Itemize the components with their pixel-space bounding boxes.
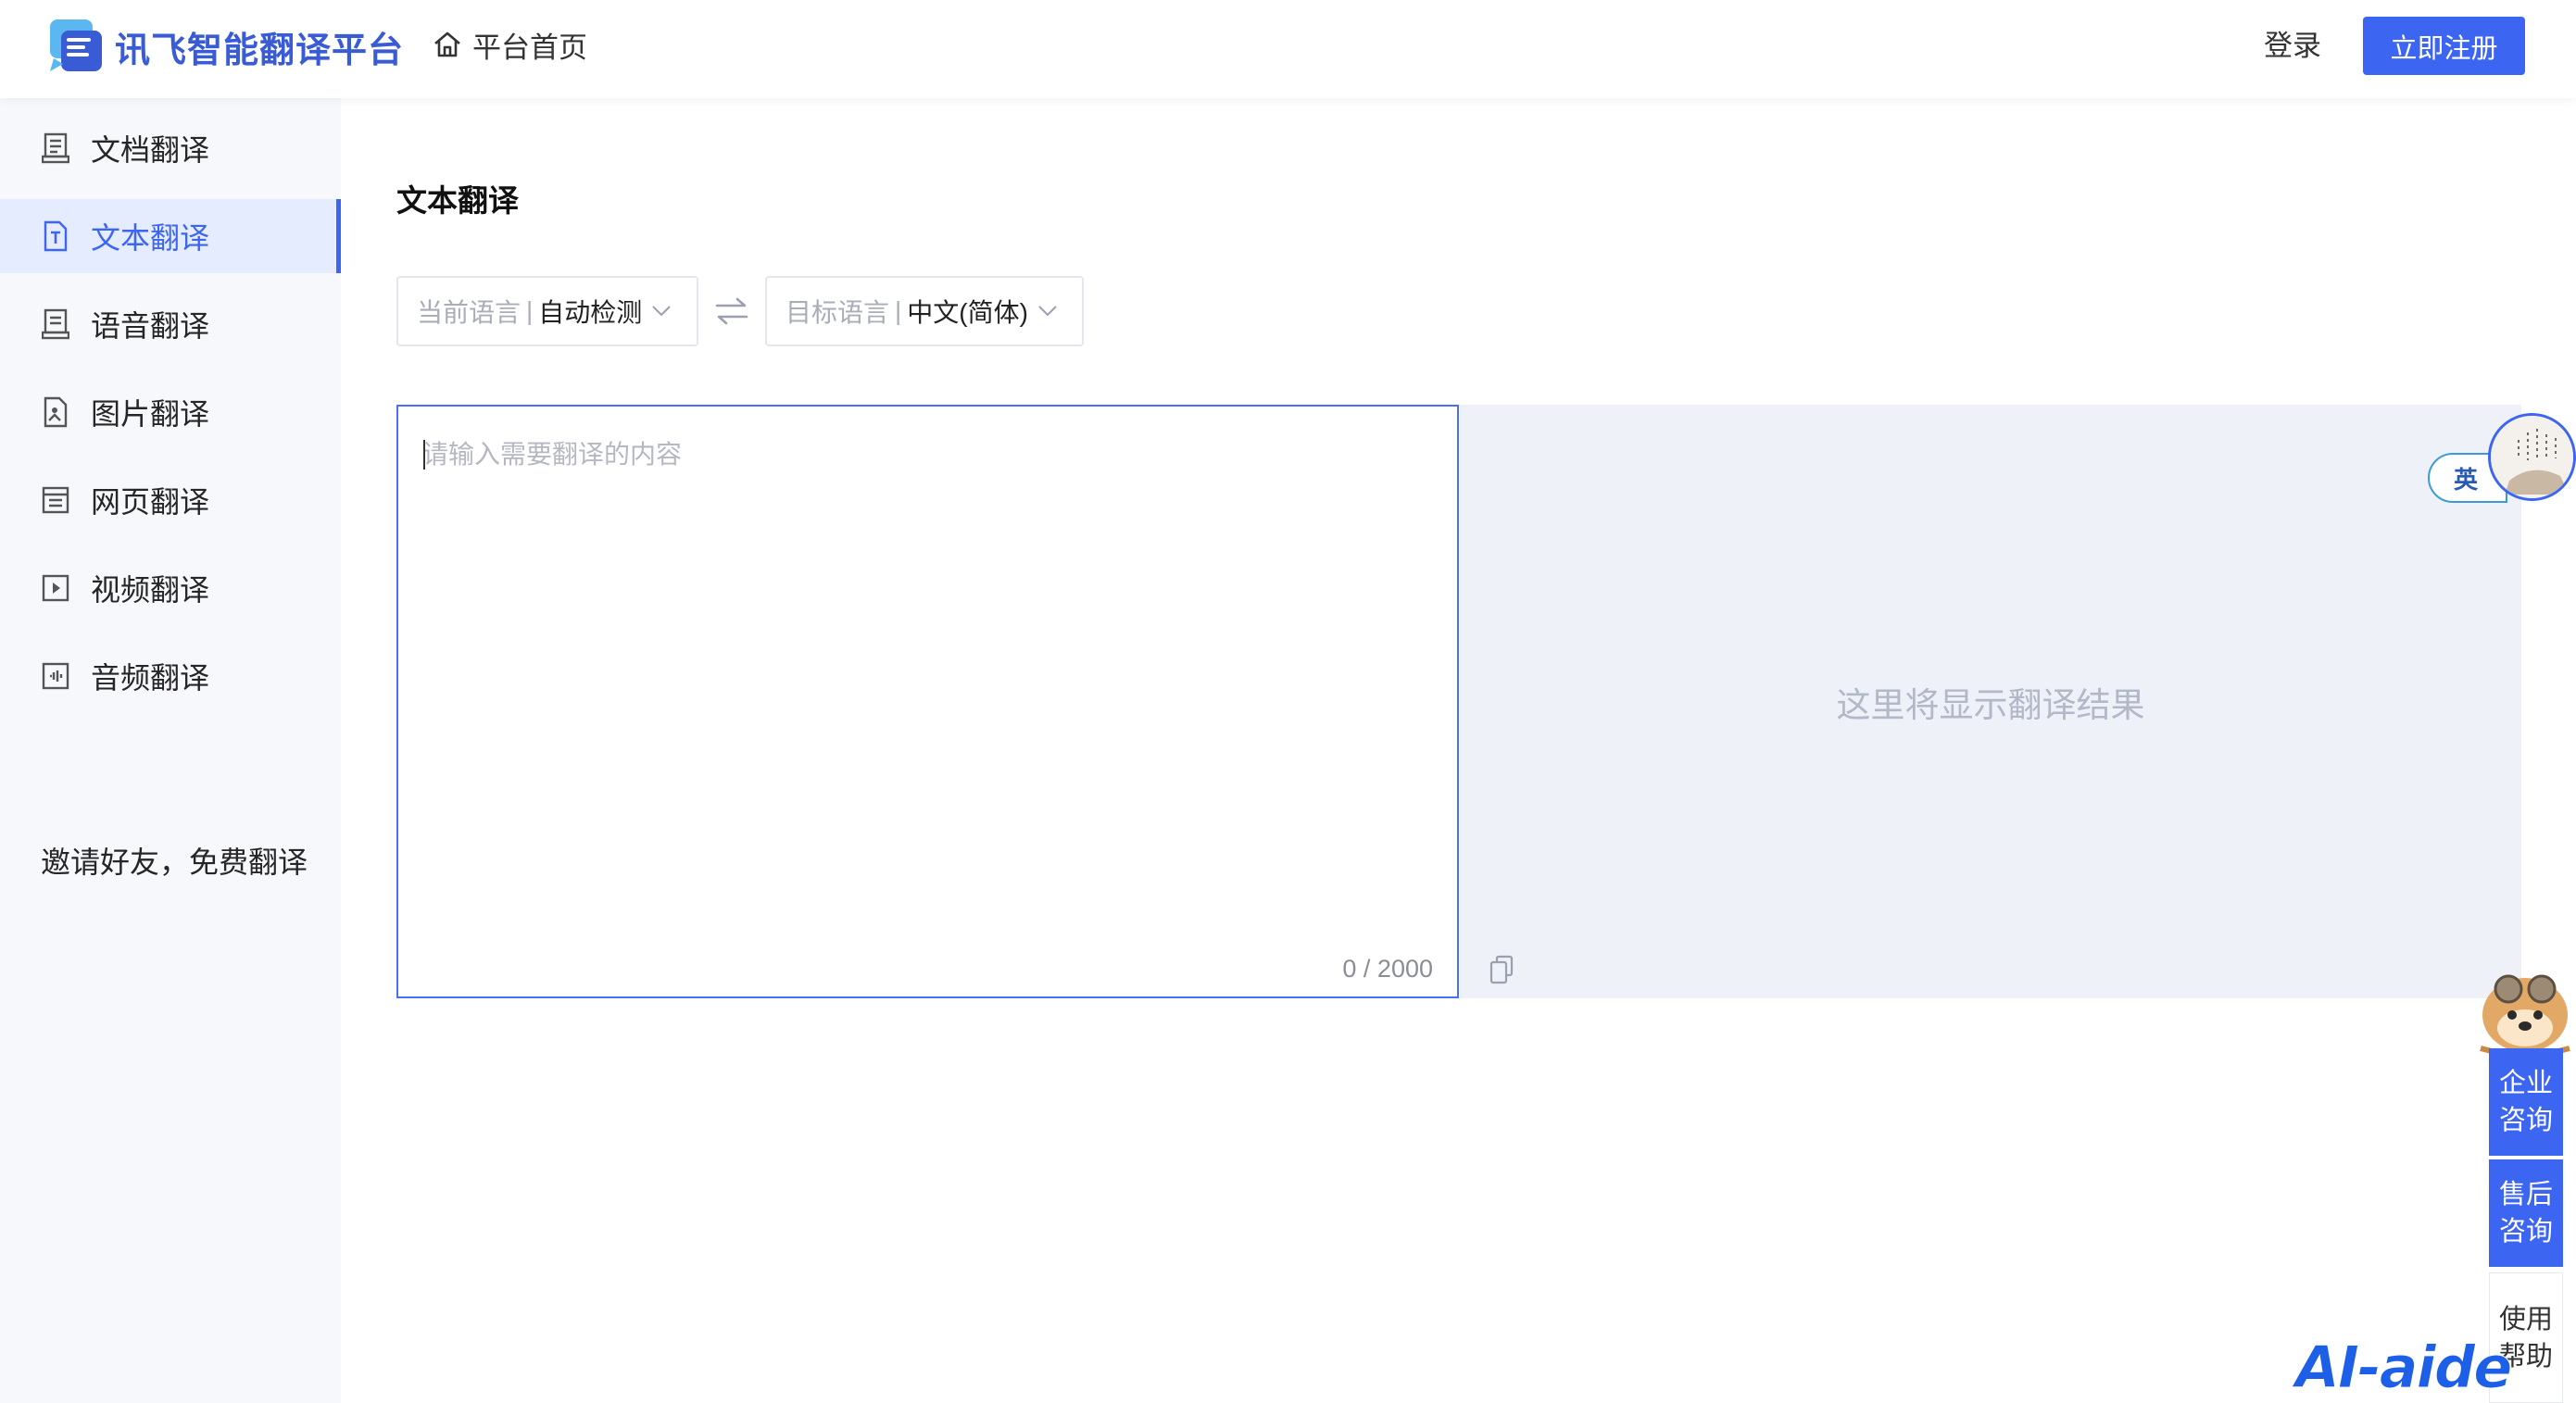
button-line: 咨询 [2498,1106,2553,1135]
page-title: 文本翻译 [396,183,519,218]
home-link[interactable]: 平台首页 [432,22,587,67]
sidebar-item-audio[interactable]: 音频翻译 [0,639,341,713]
button-line: 售后 [2498,1180,2553,1209]
platform-logo[interactable]: 讯飞智能翻译平台 [48,17,404,76]
sidebar-item-label: 文档翻译 [91,133,210,167]
watermark-logo: AI-aide [2294,1334,2512,1402]
audio-icon [41,659,70,693]
login-link[interactable]: 登录 [2264,26,2321,67]
video-icon [41,571,70,605]
home-link-label: 平台首页 [472,31,587,64]
invite-friends-link[interactable]: 邀请好友，免费翻译 [41,839,308,882]
logo-text: 讯飞智能翻译平台 [115,31,405,70]
image-icon [41,395,70,429]
result-placeholder: 这里将显示翻译结果 [1836,685,2145,724]
swap-icon [715,297,748,325]
sidebar-item-text[interactable]: 文本翻译 [0,199,341,273]
sidebar-item-label: 音频翻译 [91,661,210,695]
source-language-value: 自动检测 [538,298,643,327]
chevron-down-icon [652,306,672,317]
sidebar-item-label: 图片翻译 [91,397,210,431]
webpage-icon [41,483,70,517]
sidebar-item-voice[interactable]: 语音翻译 [0,287,341,361]
button-line: 企业 [2498,1069,2553,1098]
button-line: 咨询 [2498,1217,2553,1246]
sidebar-item-label: 视频翻译 [91,573,210,607]
sidebar: 文档翻译 文本翻译 语音翻译 图片翻译 网页翻译 视频翻译 音频翻译 邀请好友，… [0,98,341,1403]
sidebar-item-label: 文本翻译 [91,221,210,255]
sidebar-item-label: 网页翻译 [91,485,210,519]
sidebar-item-image[interactable]: 图片翻译 [0,375,341,449]
text-caret [423,440,425,470]
sidebar-item-document[interactable]: 文档翻译 [0,111,341,185]
mascot-icon [2471,963,2576,1058]
target-language-select[interactable]: 目标语言 | 中文(简体) [765,276,1084,346]
aftersale-consult-button[interactable]: 售后 咨询 [2489,1159,2563,1269]
button-line: 使用 [2498,1304,2553,1334]
chevron-down-icon [1038,306,1057,317]
enterprise-consult-button[interactable]: 企业 咨询 [2489,1048,2563,1158]
copy-icon[interactable] [1488,954,1515,985]
target-language-label: 目标语言 [785,298,890,327]
character-counter: 0 / 2000 [1342,955,1433,983]
source-text-input[interactable] [422,434,1423,934]
document-icon [41,132,70,165]
top-header: 讯飞智能翻译平台 平台首页 登录 立即注册 [0,0,2576,98]
voice-icon [41,307,70,341]
target-language-value: 中文(简体) [907,298,1028,327]
text-file-icon [41,219,70,253]
register-button[interactable]: 立即注册 [2363,17,2525,75]
logo-icon [48,18,106,75]
separator: | [895,296,902,325]
sidebar-item-video[interactable]: 视频翻译 [0,551,341,625]
home-icon [434,31,460,57]
source-text-panel: 0 / 2000 [396,405,1459,998]
sidebar-item-label: 语音翻译 [91,309,210,343]
translation-result-panel: 这里将显示翻译结果 [1460,405,2521,998]
source-language-label: 当前语言 [417,298,521,327]
swap-languages-button[interactable] [713,293,750,330]
separator: | [526,296,534,325]
assistant-avatar[interactable] [2488,413,2576,501]
sidebar-item-webpage[interactable]: 网页翻译 [0,463,341,537]
source-language-select[interactable]: 当前语言 | 自动检测 [396,276,698,346]
